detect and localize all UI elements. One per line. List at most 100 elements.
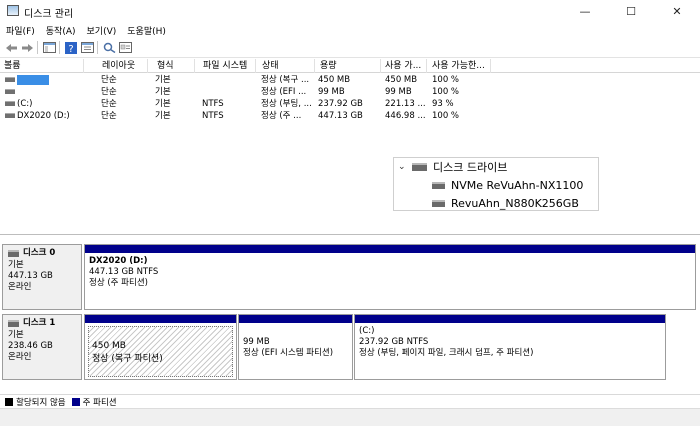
disk-name: 디스크 1 bbox=[23, 318, 56, 328]
disk-drives-popup: ⌄ 디스크 드라이브 NVMe ReVuAhn-NX1100 RevuAhn_N… bbox=[393, 157, 599, 211]
partition-status: 정상 (복구 파티션) bbox=[92, 354, 163, 364]
volume-row[interactable]: (C:) 단순 기본 NTFS 정상 (부팅, ... 237.92 GB 22… bbox=[0, 98, 700, 110]
menu-action[interactable]: 동작(A) bbox=[46, 24, 76, 37]
disk-type: 기본 bbox=[8, 330, 24, 340]
volume-capacity: 450 MB bbox=[318, 75, 351, 85]
forward-arrow-icon[interactable] bbox=[20, 41, 34, 54]
disk-name: 디스크 0 bbox=[23, 248, 56, 258]
volume-capacity: 447.13 GB bbox=[318, 111, 363, 121]
disk-drive-item[interactable]: NVMe ReVuAhn-NX1100 bbox=[432, 176, 583, 194]
column-header-status[interactable]: 상태 bbox=[258, 59, 315, 73]
primary-partition-bar bbox=[239, 315, 352, 323]
partition-size: 99 MB bbox=[243, 337, 270, 347]
volume-type: 기본 bbox=[155, 99, 171, 109]
rescan-icon[interactable] bbox=[102, 41, 116, 54]
menu-bar: 파일(F) 동작(A) 보기(V) 도움말(H) bbox=[0, 22, 700, 38]
disk-drive-icon bbox=[8, 250, 19, 257]
volume-status: 정상 (복구 ... bbox=[261, 75, 310, 85]
close-button[interactable]: ✕ bbox=[654, 0, 700, 22]
volume-filesystem bbox=[199, 86, 202, 98]
partition-size: 447.13 GB NTFS bbox=[89, 267, 159, 277]
disk-status: 온라인 bbox=[8, 352, 32, 362]
disk-drive-name: NVMe ReVuAhn-NX1100 bbox=[451, 178, 584, 192]
help-icon[interactable]: ? bbox=[64, 41, 78, 54]
disk-1-info[interactable]: 디스크 1 기본 238.46 GB 온라인 bbox=[2, 314, 82, 380]
menu-view[interactable]: 보기(V) bbox=[87, 24, 117, 37]
volume-filesystem: NTFS bbox=[202, 111, 224, 121]
column-header-layout[interactable]: 레이아웃 bbox=[98, 59, 148, 73]
disk-size: 238.46 GB bbox=[8, 341, 53, 351]
volume-name-selection bbox=[17, 74, 49, 85]
column-header-filesystem[interactable]: 파일 시스템 bbox=[199, 59, 256, 73]
volume-filesystem bbox=[199, 74, 202, 86]
volume-free-space: 450 MB bbox=[385, 75, 418, 85]
volume-row[interactable]: DX2020 (D:) 단순 기본 NTFS 정상 (주 ... 447.13 … bbox=[0, 110, 700, 122]
settings-icon[interactable] bbox=[118, 41, 132, 54]
toolbar-separator bbox=[59, 41, 60, 54]
toolbar-separator bbox=[97, 41, 98, 54]
column-header-free-space[interactable]: 사용 가... bbox=[381, 59, 427, 73]
disk-drives-label: 디스크 드라이브 bbox=[433, 161, 508, 174]
volume-drive-icon bbox=[5, 77, 15, 82]
primary-partition-bar bbox=[85, 245, 695, 253]
disk-type: 기본 bbox=[8, 260, 24, 270]
back-arrow-icon[interactable] bbox=[5, 41, 19, 54]
column-header-percent-free[interactable]: 사용 가능한... bbox=[428, 59, 491, 73]
disk-0-info[interactable]: 디스크 0 기본 447.13 GB 온라인 bbox=[2, 244, 82, 310]
minimize-button[interactable]: — bbox=[562, 0, 608, 22]
volume-row[interactable]: 단순 기본 정상 (복구 ... 450 MB 450 MB 100 % bbox=[0, 74, 700, 86]
volume-row[interactable]: 단순 기본 정상 (EFI ... 99 MB 99 MB 100 % bbox=[0, 86, 700, 98]
unallocated-swatch bbox=[5, 397, 13, 406]
window-title: 디스크 관리 bbox=[24, 9, 74, 20]
volume-layout: 단순 bbox=[101, 99, 117, 109]
volume-capacity: 99 MB bbox=[318, 87, 345, 97]
volume-layout: 단순 bbox=[101, 75, 117, 85]
primary-partition-bar bbox=[85, 315, 236, 323]
chevron-down-icon[interactable]: ⌄ bbox=[398, 162, 412, 172]
volume-capacity: 237.92 GB bbox=[318, 99, 363, 109]
partition-status: 정상 (주 파티션) bbox=[89, 278, 148, 288]
partition-d[interactable]: DX2020 (D:) 447.13 GB NTFS 정상 (주 파티션) bbox=[84, 244, 696, 310]
partition-title bbox=[92, 330, 229, 341]
volume-name: DX2020 (D:) bbox=[17, 111, 70, 121]
column-header-volume[interactable]: 볼륨 bbox=[0, 59, 84, 73]
partition-status: 정상 (EFI 시스템 파티션) bbox=[243, 348, 334, 358]
disk-drive-icon bbox=[432, 199, 445, 207]
volume-drive-icon bbox=[5, 113, 15, 118]
partition-recovery[interactable]: 450 MB 정상 (복구 파티션) bbox=[84, 314, 237, 380]
volume-name: (C:) bbox=[17, 99, 33, 109]
volume-free-space: 221.13 ... bbox=[385, 99, 426, 109]
menu-file[interactable]: 파일(F) bbox=[6, 24, 35, 37]
volume-free-space: 99 MB bbox=[385, 87, 412, 97]
column-header-type[interactable]: 형식 bbox=[153, 59, 195, 73]
partition-c[interactable]: (C:) 237.92 GB NTFS 정상 (부팅, 페이지 파일, 크래시 … bbox=[354, 314, 666, 380]
volume-type: 기본 bbox=[155, 87, 171, 97]
volume-type: 기본 bbox=[155, 111, 171, 121]
disk-drives-header[interactable]: ⌄ 디스크 드라이브 bbox=[398, 158, 507, 176]
partition-title: DX2020 (D:) bbox=[89, 256, 148, 266]
svg-text:?: ? bbox=[68, 44, 73, 54]
partition-title bbox=[243, 326, 348, 337]
disk-size: 447.13 GB bbox=[8, 271, 53, 281]
volume-percent-free: 100 % bbox=[432, 111, 460, 121]
properties-icon[interactable] bbox=[80, 41, 94, 54]
maximize-button[interactable]: ☐ bbox=[608, 0, 654, 22]
toolbar-separator bbox=[37, 41, 38, 54]
volume-type: 기본 bbox=[155, 75, 171, 85]
console-tree-icon[interactable] bbox=[42, 41, 56, 54]
partition-efi[interactable]: 99 MB 정상 (EFI 시스템 파티션) bbox=[238, 314, 353, 380]
legend-primary-label: 주 파티션 bbox=[82, 397, 117, 408]
toolbar: ? bbox=[0, 38, 700, 58]
volume-layout: 단순 bbox=[101, 87, 117, 97]
volume-layout: 단순 bbox=[101, 111, 117, 121]
title-bar: 디스크 관리 — ☐ ✕ bbox=[0, 0, 700, 22]
legend-unallocated-label: 할당되지 않음 bbox=[16, 397, 66, 408]
status-bar bbox=[0, 408, 700, 426]
disk-drive-icon bbox=[8, 320, 19, 327]
primary-partition-bar bbox=[355, 315, 665, 323]
partition-title: (C:) bbox=[359, 326, 375, 336]
disk-drive-item[interactable]: RevuAhn_N880K256GB bbox=[432, 194, 579, 212]
menu-help[interactable]: 도움말(H) bbox=[127, 24, 166, 37]
column-header-capacity[interactable]: 용량 bbox=[316, 59, 381, 73]
primary-partition-swatch bbox=[71, 397, 80, 406]
